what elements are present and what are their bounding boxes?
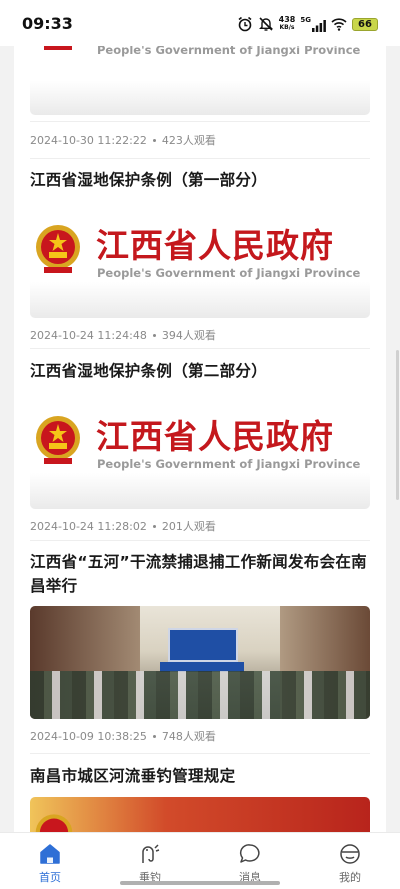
- news-title[interactable]: 江西省“五河”干流禁捕退捕工作新闻发布会在南昌举行: [30, 550, 370, 598]
- signal-bars-icon: [312, 20, 326, 32]
- divider: [30, 540, 370, 541]
- separator-dot: [152, 138, 156, 142]
- national-emblem-icon: [36, 416, 80, 464]
- nav-label: 首页: [39, 871, 61, 884]
- message-icon: [239, 844, 260, 863]
- nav-item-home[interactable]: 首页: [0, 833, 100, 889]
- news-views: 201人观看: [161, 520, 216, 533]
- news-datetime: 2024-10-24 11:24:48: [30, 328, 147, 342]
- news-title[interactable]: 江西省湿地保护条例（第一部分）: [30, 168, 370, 192]
- alarm-icon: [238, 16, 252, 32]
- news-meta: 2024-10-09 10:38:25 748人观看: [30, 726, 370, 746]
- divider: [30, 348, 370, 349]
- news-datetime: 2024-10-24 11:28:02: [30, 519, 147, 533]
- news-feed: 江西省人民政府 People's Government of Jiangxi P…: [14, 0, 386, 840]
- status-bar: 09:33 438 KB/s 5G 66: [0, 0, 400, 46]
- nav-label: 我的: [339, 871, 361, 884]
- photo-screen: [168, 628, 238, 662]
- news-card[interactable]: 江西省“五河”干流禁捕退捕工作新闻发布会在南昌举行 2024-10-09 10:…: [14, 550, 386, 754]
- news-card[interactable]: 江西省湿地保护条例（第一部分） 江西省人民政府 People's Governm…: [14, 168, 386, 350]
- banner-title-cn: 江西省人民政府: [96, 226, 334, 265]
- news-thumbnail[interactable]: 江西省人民政府 People's Government of Jiangxi P…: [30, 205, 370, 318]
- net-speed-unit: KB/s: [279, 24, 295, 31]
- separator-dot: [152, 734, 156, 738]
- news-meta: 2024-10-30 11:22:22 423人观看: [30, 130, 216, 150]
- banner-title-en: People's Government of Jiangxi Province: [97, 266, 361, 280]
- divider: [30, 753, 370, 754]
- banner-title-en: People's Government of Jiangxi Province: [97, 457, 361, 471]
- banner-title-cn: 江西省人民政府: [96, 417, 334, 456]
- status-time: 09:33: [22, 14, 73, 33]
- news-datetime: 2024-10-30 11:22:22: [30, 133, 147, 147]
- home-indicator: [120, 881, 280, 885]
- profile-icon: [340, 844, 360, 864]
- net-speed: 438 KB/s: [279, 16, 296, 32]
- national-emblem-icon: [36, 225, 80, 273]
- home-icon: [40, 844, 60, 864]
- news-card[interactable]: 南昌市城区河流垂钓管理规定: [14, 764, 386, 840]
- news-datetime: 2024-10-09 10:38:25: [30, 729, 147, 743]
- news-views: 394人观看: [161, 329, 216, 342]
- status-icons: 438 KB/s 5G 66: [237, 14, 378, 34]
- network-type: 5G: [300, 16, 311, 24]
- fishing-icon: [142, 844, 160, 863]
- divider: [30, 158, 370, 159]
- photo-audience: [30, 671, 370, 719]
- news-views: 423人观看: [161, 134, 216, 147]
- news-meta: 2024-10-24 11:24:48 394人观看: [30, 325, 370, 345]
- wifi-icon: [331, 18, 347, 31]
- separator-dot: [152, 524, 156, 528]
- cell-signal: 5G: [300, 16, 326, 32]
- divider: [30, 121, 370, 122]
- news-meta: 2024-10-24 11:28:02 201人观看: [30, 516, 370, 536]
- news-views: 748人观看: [161, 730, 216, 743]
- news-title[interactable]: 南昌市城区河流垂钓管理规定: [30, 764, 370, 788]
- news-card[interactable]: 江西省湿地保护条例（第二部分） 江西省人民政府 People's Governm…: [14, 359, 386, 541]
- scrollbar[interactable]: [396, 350, 399, 500]
- nav-item-profile[interactable]: 我的: [300, 833, 400, 889]
- news-title[interactable]: 江西省湿地保护条例（第二部分）: [30, 359, 370, 383]
- battery-indicator: 66: [352, 17, 378, 31]
- news-thumbnail[interactable]: 江西省人民政府 People's Government of Jiangxi P…: [30, 396, 370, 509]
- mute-bell-icon: [258, 17, 273, 31]
- news-thumbnail[interactable]: [30, 606, 370, 719]
- net-speed-value: 438: [278, 15, 296, 24]
- separator-dot: [152, 333, 156, 337]
